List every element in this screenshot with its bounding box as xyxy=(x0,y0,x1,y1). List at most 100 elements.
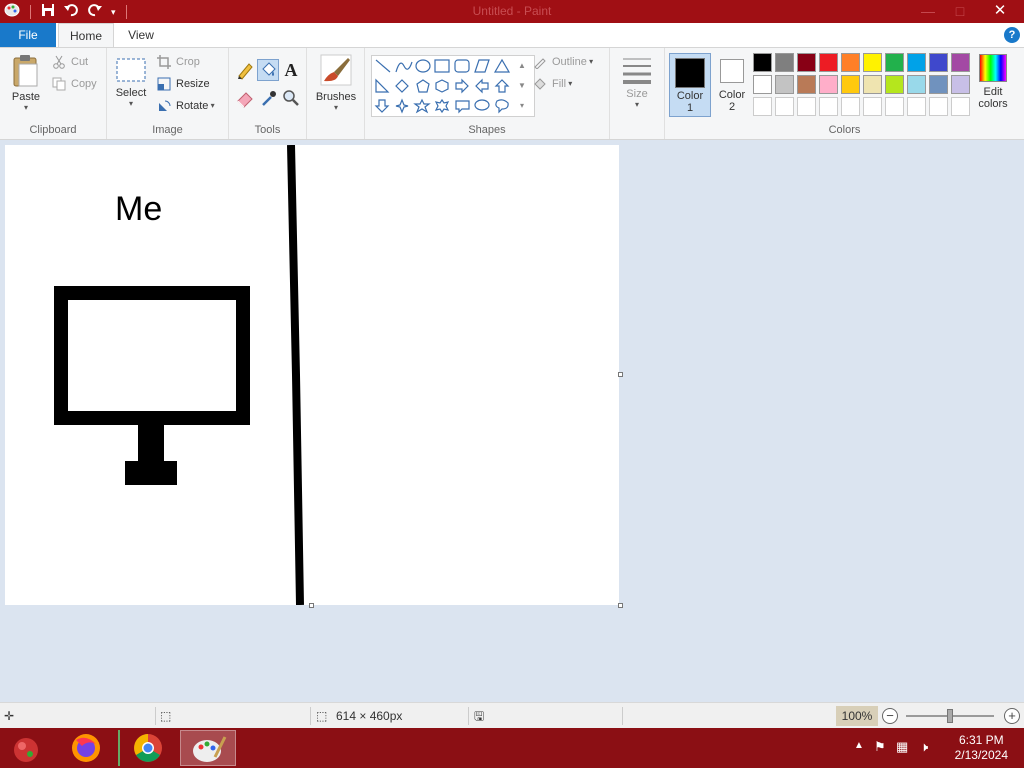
rainbow-icon xyxy=(979,54,1007,82)
tab-home[interactable]: Home xyxy=(58,23,114,47)
palette-swatch[interactable] xyxy=(929,97,948,116)
palette-swatch[interactable] xyxy=(929,53,948,72)
network-icon[interactable]: ▦ xyxy=(896,739,908,755)
resize-label: Resize xyxy=(176,78,210,90)
tab-view[interactable]: View xyxy=(118,23,164,47)
palette-swatch[interactable] xyxy=(951,75,970,94)
paste-button[interactable]: Paste ▾ xyxy=(6,54,46,112)
shapes-scroll[interactable]: ▲ ▼ ▾ xyxy=(515,56,529,116)
palette-swatch[interactable] xyxy=(753,97,772,116)
line-width-icon xyxy=(623,58,651,84)
scissors-icon xyxy=(53,55,65,69)
palette-swatch[interactable] xyxy=(841,75,860,94)
palette-swatch[interactable] xyxy=(951,97,970,116)
resize-handle-bottom[interactable] xyxy=(309,603,314,608)
status-divider xyxy=(155,707,156,725)
color1-button[interactable]: Color 1 xyxy=(669,53,711,117)
flag-icon[interactable]: ⚑ xyxy=(874,739,886,755)
clipboard-group-label: Clipboard xyxy=(29,124,77,136)
chevron-down-icon: ▾ xyxy=(208,101,215,110)
palette-swatch[interactable] xyxy=(863,53,882,72)
taskbar-clock[interactable]: 6:31 PM 2/13/2024 xyxy=(955,733,1008,763)
colors-group-label: Colors xyxy=(828,124,861,136)
color1-label: Color xyxy=(676,90,704,102)
palette-swatch[interactable] xyxy=(819,53,838,72)
select-button[interactable]: Select ▾ xyxy=(113,56,149,108)
palette-swatch[interactable] xyxy=(797,97,816,116)
color1-number: 1 xyxy=(686,102,694,114)
palette-swatch[interactable] xyxy=(819,75,838,94)
crop-button[interactable]: Crop xyxy=(157,53,200,71)
palette-swatch[interactable] xyxy=(885,97,904,116)
pencil-icon[interactable] xyxy=(235,60,255,80)
color-palette xyxy=(753,53,975,119)
palette-swatch[interactable] xyxy=(775,75,794,94)
text-tool-icon[interactable]: A xyxy=(281,60,301,80)
canvas-drawing xyxy=(54,145,304,605)
palette-swatch[interactable] xyxy=(753,53,772,72)
color2-button[interactable]: Color 2 xyxy=(713,53,751,117)
palette-swatch[interactable] xyxy=(753,75,772,94)
palette-swatch[interactable] xyxy=(797,75,816,94)
show-hidden-icons-icon[interactable]: ▲ xyxy=(854,740,864,751)
size-button[interactable]: Size ▾ xyxy=(618,55,656,109)
palette-swatch[interactable] xyxy=(863,75,882,94)
fill-icon xyxy=(534,78,546,90)
palette-swatch[interactable] xyxy=(819,97,838,116)
palette-swatch[interactable] xyxy=(775,53,794,72)
palette-swatch[interactable] xyxy=(775,97,794,116)
minimize-button[interactable]: — xyxy=(912,0,944,23)
fill-bucket-icon[interactable] xyxy=(257,59,279,81)
palette-swatch[interactable] xyxy=(907,53,926,72)
palette-swatch[interactable] xyxy=(885,53,904,72)
brushes-button[interactable]: Brushes ▾ xyxy=(313,54,359,112)
color-picker-icon[interactable] xyxy=(259,88,279,108)
tab-file[interactable]: File xyxy=(0,23,56,47)
zoom-out-button[interactable]: − xyxy=(882,708,898,724)
shapes-gallery[interactable] xyxy=(371,55,535,117)
taskbar-chrome-icon[interactable] xyxy=(118,730,174,766)
palette-swatch[interactable] xyxy=(885,75,904,94)
palette-swatch[interactable] xyxy=(929,75,948,94)
chevron-down-icon: ▾ xyxy=(634,100,639,109)
copy-button[interactable]: Copy xyxy=(52,75,97,93)
tools-group: A Tools xyxy=(229,48,307,139)
outline-icon xyxy=(534,58,546,69)
paste-label: Paste xyxy=(11,91,41,103)
resize-handle-corner[interactable] xyxy=(618,603,623,608)
palette-swatch[interactable] xyxy=(841,53,860,72)
taskbar-paint-icon[interactable] xyxy=(180,730,236,766)
maximize-button[interactable]: □ xyxy=(944,0,976,23)
palette-swatch[interactable] xyxy=(951,53,970,72)
canvas-workarea[interactable]: Me xyxy=(0,140,1024,702)
drawing-canvas[interactable]: Me xyxy=(5,145,619,605)
zoom-in-button[interactable]: + xyxy=(1004,708,1020,724)
volume-muted-icon[interactable]: 🕨 xyxy=(920,739,928,755)
close-button[interactable]: ✕ xyxy=(976,0,1024,23)
help-icon[interactable]: ? xyxy=(1004,27,1020,43)
zoom-slider-thumb[interactable] xyxy=(947,709,953,723)
taskbar-firefox-icon[interactable] xyxy=(58,730,114,766)
chevron-down-icon: ▾ xyxy=(333,103,338,112)
outline-button[interactable]: Outline ▾ xyxy=(533,53,593,71)
rotate-button[interactable]: Rotate ▾ xyxy=(157,97,215,115)
magnifier-icon[interactable] xyxy=(281,88,301,108)
fill-button[interactable]: Fill ▾ xyxy=(533,75,572,93)
palette-swatch[interactable] xyxy=(907,97,926,116)
palette-swatch[interactable] xyxy=(863,97,882,116)
chevron-down-icon: ▾ xyxy=(128,99,133,108)
eraser-icon[interactable] xyxy=(235,88,255,108)
copy-label: Copy xyxy=(71,78,97,90)
taskbar: ▲ ⚑ ▦ 🕨 6:31 PM 2/13/2024 xyxy=(0,728,1024,768)
palette-swatch[interactable] xyxy=(797,53,816,72)
status-divider xyxy=(310,707,311,725)
zoom-level: 100% xyxy=(836,706,878,726)
taskbar-paint-splash-icon[interactable] xyxy=(0,730,56,766)
palette-swatch[interactable] xyxy=(907,75,926,94)
palette-swatch[interactable] xyxy=(841,97,860,116)
cut-button[interactable]: Cut xyxy=(52,53,88,71)
canvas-size-text: 614 × 460px xyxy=(336,709,403,723)
resize-handle-right[interactable] xyxy=(618,372,623,377)
resize-button[interactable]: Resize xyxy=(157,75,210,93)
edit-colors-button[interactable]: Edit colors xyxy=(973,54,1013,110)
